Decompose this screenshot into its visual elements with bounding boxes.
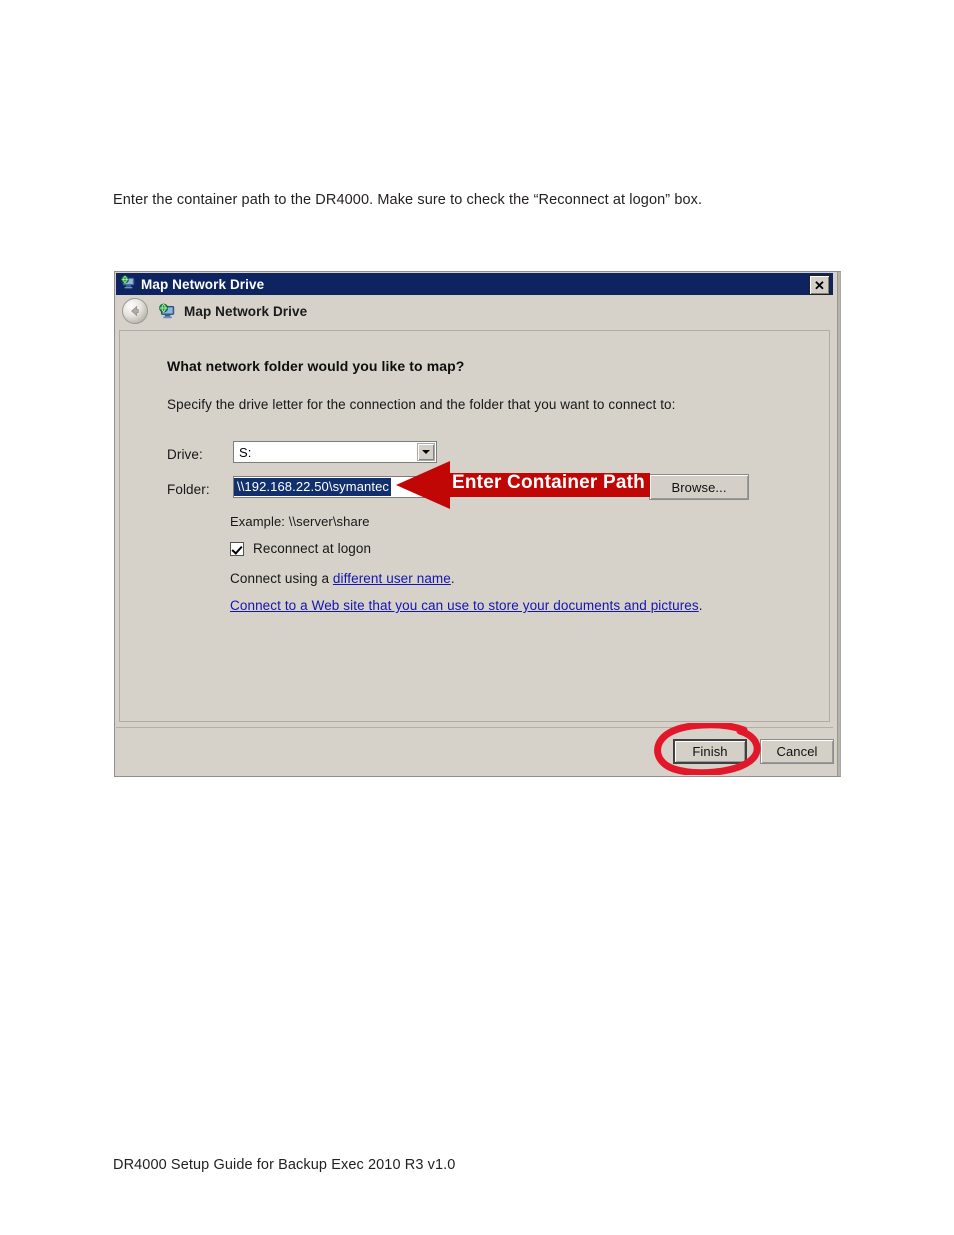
connect-using-suffix: . [450, 571, 455, 586]
example-text: Example: \\server\share [230, 514, 370, 529]
cancel-button[interactable]: Cancel [760, 739, 834, 764]
browse-button[interactable]: Browse... [649, 474, 749, 500]
connect-using-prefix: Connect using a [230, 571, 333, 586]
drive-label: Drive: [167, 447, 203, 462]
map-network-drive-screenshot: Map Network Drive ✕ Map Network Drive Wh… [114, 271, 841, 777]
different-user-name-link[interactable]: different user name [333, 571, 451, 586]
screenshot-right-edge [837, 272, 840, 776]
folder-input-value: \\192.168.22.50\symantec [234, 478, 392, 496]
connect-website-link[interactable]: Connect to a Web site that you can use t… [230, 598, 699, 613]
dialog-button-bar: Finish Cancel [116, 727, 834, 775]
panel-subtitle: Specify the drive letter for the connect… [167, 397, 676, 412]
finish-button[interactable]: Finish [673, 739, 747, 764]
instruction-paragraph: Enter the container path to the DR4000. … [113, 192, 703, 208]
header-network-drive-icon [158, 302, 176, 320]
dialog-titlebar: Map Network Drive ✕ [116, 273, 833, 295]
back-arrow-icon[interactable] [122, 298, 148, 324]
panel-question: What network folder would you like to ma… [167, 358, 465, 374]
close-icon[interactable]: ✕ [809, 275, 830, 295]
drive-selected-value: S: [239, 444, 252, 460]
connect-using-line: Connect using a different user name. [230, 571, 455, 586]
dialog-header-title: Map Network Drive [184, 303, 308, 319]
network-drive-icon [120, 274, 136, 295]
reconnect-checkbox[interactable] [230, 541, 244, 556]
folder-label: Folder: [167, 482, 210, 497]
dialog-title: Map Network Drive [141, 276, 265, 292]
connect-website-line: Connect to a Web site that you can use t… [230, 598, 703, 613]
connect-website-suffix: . [698, 598, 703, 613]
drive-select[interactable]: S: [233, 441, 437, 463]
page-footer: DR4000 Setup Guide for Backup Exec 2010 … [113, 1157, 456, 1173]
reconnect-at-logon-row[interactable]: Reconnect at logon [230, 541, 371, 556]
dialog-content-panel: What network folder would you like to ma… [119, 330, 830, 722]
chevron-down-icon[interactable] [417, 443, 435, 461]
reconnect-checkbox-label: Reconnect at logon [253, 541, 372, 556]
folder-input[interactable]: \\192.168.22.50\symantec [233, 476, 437, 498]
dialog-header-band: Map Network Drive [116, 295, 833, 327]
